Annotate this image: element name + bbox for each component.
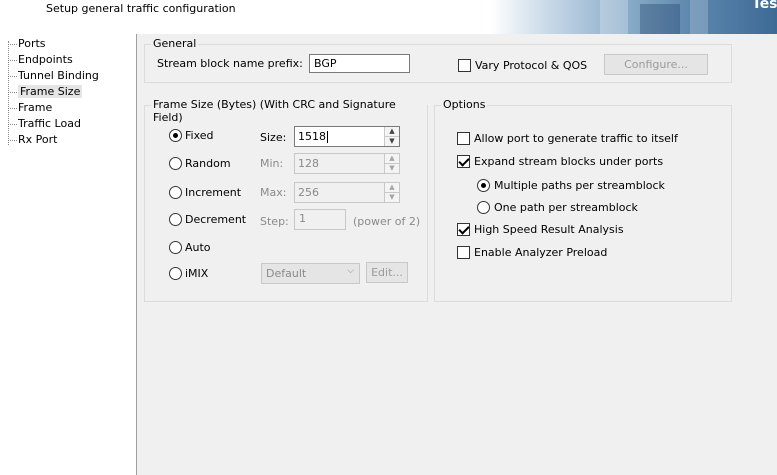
radio-increment[interactable] [169,186,182,199]
general-group-title: General [151,37,199,50]
wizard-nav-tree: Ports Endpoints Tunnel Binding Frame Siz… [0,34,137,475]
spin-up-icon[interactable]: ▲ [385,183,399,193]
nav-item-frame-size[interactable]: Frame Size [6,85,83,99]
high-speed-label: High Speed Result Analysis [474,223,624,236]
max-value: 256 [298,186,319,199]
vary-protocol-checkbox[interactable] [458,59,471,72]
min-value: 128 [298,157,319,170]
nav-item-label: Traffic Load [18,117,81,130]
radio-decrement[interactable] [169,213,182,226]
radio-one-path-label: One path per streamblock [494,201,638,214]
radio-auto[interactable] [169,241,182,254]
vary-protocol-label: Vary Protocol & QOS [475,59,588,72]
prefix-input[interactable]: BGP [309,54,410,73]
nav-item-traffic-load[interactable]: Traffic Load [6,117,81,131]
size-label: Size: [260,131,287,144]
spin-down-icon[interactable]: ▼ [385,137,399,146]
radio-increment-label: Increment [185,186,242,199]
size-value: 1518 [298,130,328,143]
spin-up-icon[interactable]: ▲ [385,154,399,164]
analyzer-preload-label: Enable Analyzer Preload [474,246,608,259]
radio-random[interactable] [169,157,182,170]
banner-image: Tes [490,0,777,34]
nav-item-label: Endpoints [18,53,73,66]
max-spinner[interactable]: 256 ▲ ▼ [294,182,400,203]
radio-imix[interactable] [169,267,182,280]
prefix-label: Stream block name prefix: [157,57,303,70]
high-speed-checkbox[interactable] [457,223,470,236]
spin-up-icon[interactable]: ▲ [385,127,399,137]
chevron-down-icon: ⌵ [347,266,354,276]
nav-item-ports[interactable]: Ports [6,37,46,51]
radio-imix-label: iMIX [185,267,209,280]
imix-select[interactable]: Default ⌵ [261,263,360,284]
allow-self-checkbox[interactable] [457,132,470,145]
nav-item-label: Ports [18,37,46,50]
brand-text: Tes [752,0,777,12]
nav-item-label: Tunnel Binding [18,69,99,82]
step-hint: (power of 2) [353,215,421,228]
header-banner: Setup general traffic configuration Tes [0,0,777,34]
radio-multiple-paths-label: Multiple paths per streamblock [494,179,665,192]
nav-item-endpoints[interactable]: Endpoints [6,53,73,67]
edit-button[interactable]: Edit... [366,262,408,283]
radio-fixed[interactable] [169,129,182,142]
spin-down-icon[interactable]: ▼ [385,164,399,173]
spin-down-icon[interactable]: ▼ [385,193,399,202]
max-label: Max: [260,186,287,199]
general-group: General Stream block name prefix: BGP Va… [144,37,732,83]
page-title: Setup general traffic configuration [46,2,236,15]
radio-one-path[interactable] [477,201,490,214]
step-label: Step: [260,215,289,228]
imix-select-value: Default [266,267,307,280]
configure-button[interactable]: Configure... [604,54,708,75]
radio-fixed-label: Fixed [185,129,214,142]
options-group-title: Options [441,98,488,111]
nav-item-frame[interactable]: Frame [6,101,52,115]
expand-streamblocks-label: Expand stream blocks under ports [474,155,664,168]
options-group: Options Allow port to generate traffic t… [434,98,732,302]
min-label: Min: [260,157,284,170]
radio-multiple-paths[interactable] [477,179,490,192]
frame-size-group-title: Frame Size (Bytes) (With CRC and Signatu… [151,98,427,124]
radio-decrement-label: Decrement [185,213,247,226]
expand-streamblocks-checkbox[interactable] [457,155,470,168]
nav-item-label: Frame Size [18,85,83,98]
nav-item-label: Frame [18,101,53,114]
radio-random-label: Random [185,157,231,170]
nav-item-label: Rx Port [18,133,58,146]
size-spinner[interactable]: 1518 ▲ ▼ [294,126,400,147]
nav-item-tunnel-binding[interactable]: Tunnel Binding [6,69,99,83]
min-spinner[interactable]: 128 ▲ ▼ [294,153,400,174]
allow-self-label: Allow port to generate traffic to itself [474,132,678,145]
frame-size-group: Frame Size (Bytes) (With CRC and Signatu… [144,98,428,302]
step-input[interactable]: 1 [294,209,346,230]
analyzer-preload-checkbox[interactable] [457,246,470,259]
nav-item-rx-port[interactable]: Rx Port [6,133,57,147]
radio-auto-label: Auto [185,241,211,254]
